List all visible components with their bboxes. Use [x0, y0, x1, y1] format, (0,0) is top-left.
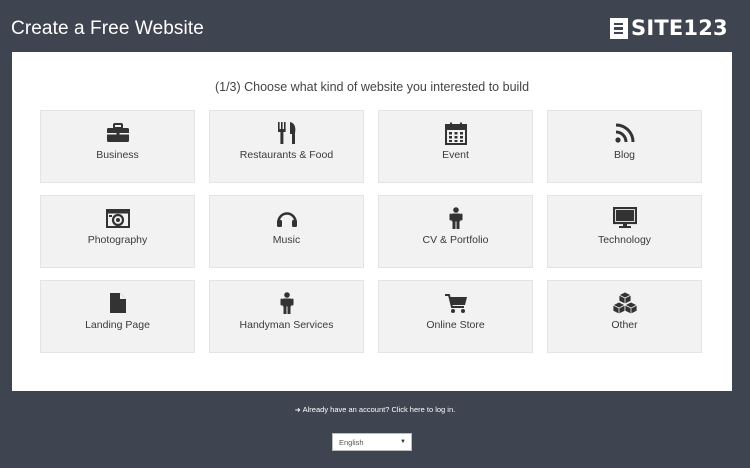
language-select[interactable]: English ▼ — [332, 433, 412, 451]
category-card-music[interactable]: Music — [209, 195, 364, 268]
language-selected-value: English — [339, 438, 364, 447]
shopping-cart-icon — [444, 291, 468, 315]
monitor-icon — [612, 206, 637, 230]
chevron-down-icon: ▼ — [400, 439, 406, 445]
category-card-other[interactable]: Other — [547, 280, 702, 353]
category-label: CV & Portfolio — [422, 234, 489, 246]
category-label: Handyman Services — [239, 319, 334, 331]
category-label: Restaurants & Food — [239, 149, 334, 161]
rss-icon — [614, 121, 635, 145]
category-label: Online Store — [426, 319, 485, 331]
category-label: Technology — [597, 234, 652, 246]
cubes-icon — [612, 291, 638, 315]
category-label: Music — [272, 234, 301, 246]
login-link[interactable]: ➜ Already have an account? Click here to … — [0, 405, 750, 414]
headphones-icon — [276, 206, 298, 230]
sign-in-icon: ➜ — [294, 407, 301, 414]
category-card-technology[interactable]: Technology — [547, 195, 702, 268]
document-icon — [109, 291, 127, 315]
category-label: Blog — [613, 149, 635, 161]
category-label: Business — [96, 149, 139, 161]
worker-icon — [280, 291, 294, 315]
category-grid: Business Restaurants & Food Event Blog P — [40, 110, 702, 353]
panel-title: (1/3) Choose what kind of website you in… — [214, 80, 530, 94]
category-card-business[interactable]: Business — [40, 110, 195, 183]
page-title: Create a Free Website — [11, 18, 204, 39]
calendar-icon — [444, 121, 467, 145]
category-label: Photography — [87, 234, 148, 246]
logo-mark-icon — [610, 17, 628, 39]
category-panel: (1/3) Choose what kind of website you in… — [12, 52, 732, 391]
category-card-online-store[interactable]: Online Store — [378, 280, 533, 353]
site123-logo[interactable]: SITE123 — [610, 16, 728, 40]
category-card-landing-page[interactable]: Landing Page — [40, 280, 195, 353]
category-label: Landing Page — [85, 319, 150, 331]
login-link-text: Already have an account? Click here to l… — [302, 405, 456, 414]
category-card-event[interactable]: Event — [378, 110, 533, 183]
category-card-handyman[interactable]: Handyman Services — [209, 280, 364, 353]
fork-knife-icon — [276, 121, 298, 145]
category-card-photography[interactable]: Photography — [40, 195, 195, 268]
category-card-cv-portfolio[interactable]: CV & Portfolio — [378, 195, 533, 268]
category-label: Other — [611, 319, 638, 331]
category-label: Event — [442, 149, 469, 161]
camera-icon — [105, 206, 130, 230]
category-card-blog[interactable]: Blog — [547, 110, 702, 183]
logo-text: SITE123 — [631, 16, 728, 40]
person-icon — [449, 206, 463, 230]
category-card-restaurants[interactable]: Restaurants & Food — [209, 110, 364, 183]
briefcase-icon — [106, 121, 130, 145]
